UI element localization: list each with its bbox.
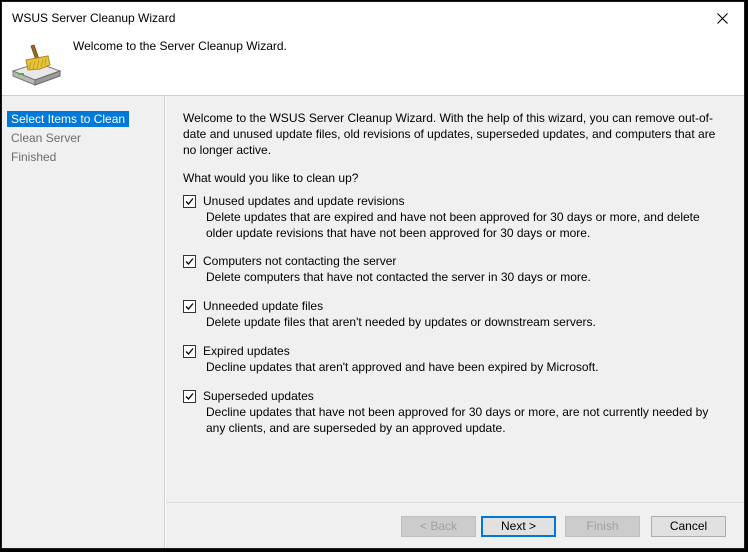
checkmark-icon <box>185 393 194 400</box>
option-description: Delete updates that are expired and have… <box>206 210 700 240</box>
finish-button[interactable]: Finish <box>565 516 640 537</box>
option-description: Delete computers that have not contacted… <box>206 270 591 284</box>
option-description: Decline updates that aren't approved and… <box>206 360 599 374</box>
header-title: Welcome to the Server Cleanup Wizard. <box>73 39 287 53</box>
close-button[interactable] <box>700 2 744 35</box>
option-label[interactable]: Expired updates <box>203 344 290 358</box>
option-label[interactable]: Computers not contacting the server <box>203 254 396 268</box>
unused-updates-checkbox[interactable] <box>183 195 196 208</box>
superseded-updates-checkbox[interactable] <box>183 390 196 403</box>
wizard-content: Welcome to the WSUS Server Cleanup Wizar… <box>166 96 744 502</box>
step-select-items[interactable]: Select Items to Clean <box>7 111 130 127</box>
checkmark-icon <box>185 258 194 265</box>
cleanup-question: What would you like to clean up? <box>183 171 359 185</box>
window-title: WSUS Server Cleanup Wizard <box>12 11 176 25</box>
checkmark-icon <box>185 348 194 355</box>
close-icon <box>716 13 728 24</box>
expired-updates-checkbox[interactable] <box>183 345 196 358</box>
step-clean-server: Clean Server <box>11 131 82 145</box>
computers-not-contacting-checkbox[interactable] <box>183 255 196 268</box>
title-bar: WSUS Server Cleanup Wizard <box>2 2 744 35</box>
back-button[interactable]: < Back <box>401 516 476 537</box>
cancel-button[interactable]: Cancel <box>651 516 726 537</box>
intro-text: Welcome to the WSUS Server Cleanup Wizar… <box>183 111 716 157</box>
step-finished: Finished <box>11 150 57 164</box>
next-button[interactable]: Next > <box>481 516 556 537</box>
option-label[interactable]: Unneeded update files <box>203 299 323 313</box>
option-label[interactable]: Superseded updates <box>203 389 314 403</box>
wizard-header: Welcome to the Server Cleanup Wizard. <box>2 35 744 96</box>
unneeded-files-checkbox[interactable] <box>183 300 196 313</box>
option-description: Decline updates that have not been appro… <box>206 405 709 435</box>
wizard-button-bar: < Back Next > Finish Cancel <box>166 502 744 548</box>
wizard-window: WSUS Server Cleanup Wizard Welcome to th… <box>1 1 745 549</box>
option-description: Delete update files that aren't needed b… <box>206 315 596 329</box>
wizard-steps-sidebar: Select Items to Clean Clean Server Finis… <box>2 96 165 548</box>
option-label[interactable]: Unused updates and update revisions <box>203 194 404 208</box>
checkmark-icon <box>185 198 194 205</box>
cleanup-broom-drive-icon <box>11 44 62 86</box>
checkmark-icon <box>185 303 194 310</box>
